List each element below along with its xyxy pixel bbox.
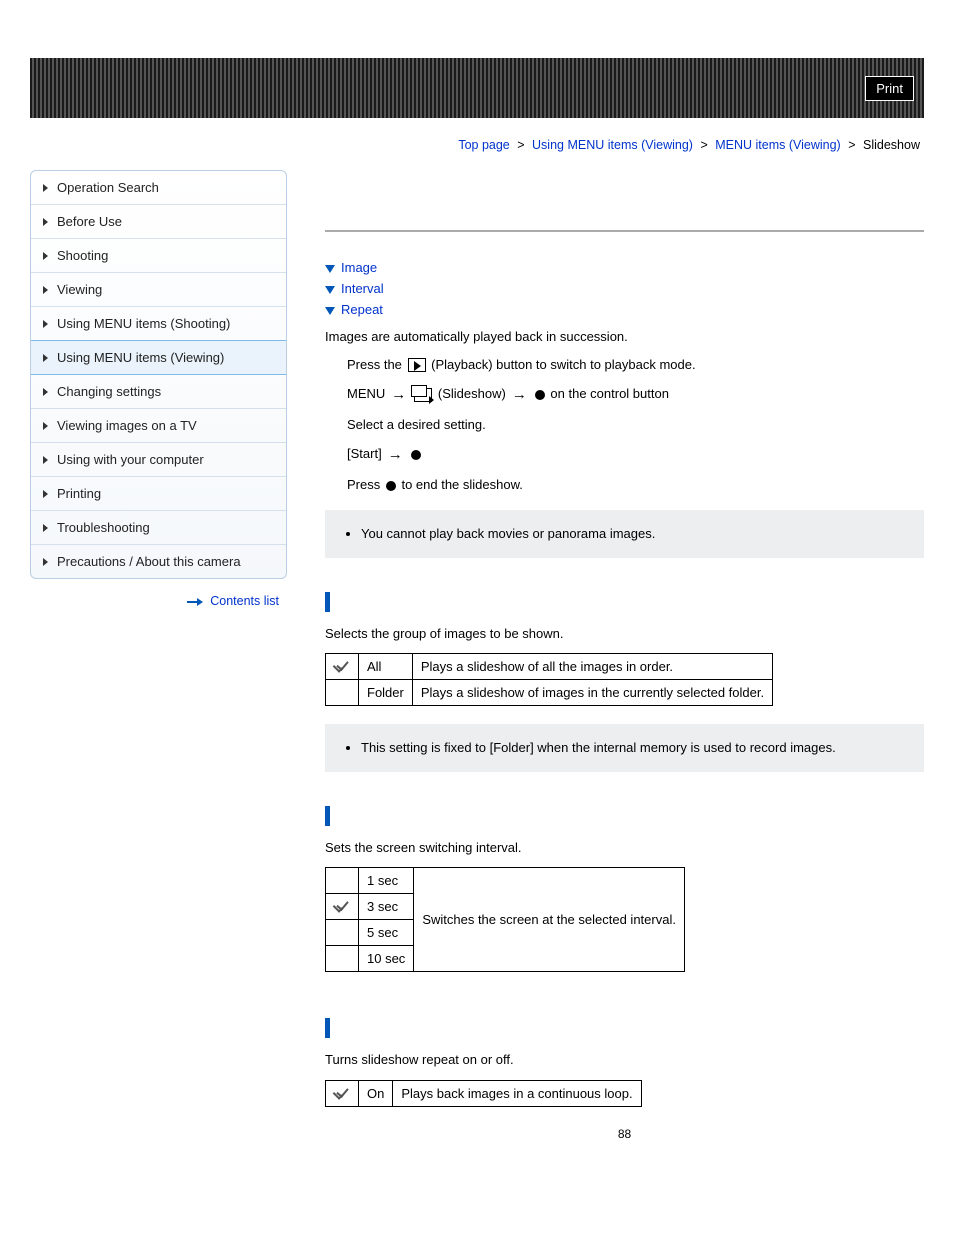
note-text: This setting is fixed to [Folder] when t… xyxy=(361,738,906,758)
option-name: 1 sec xyxy=(359,868,414,894)
intro-text: Images are automatically played back in … xyxy=(325,327,924,347)
section-bar-icon xyxy=(325,806,330,826)
breadcrumb-sep: > xyxy=(517,138,524,152)
breadcrumb-link[interactable]: Using MENU items (Viewing) xyxy=(532,138,693,152)
check-icon xyxy=(334,1086,350,1098)
repeat-options-table: On Plays back images in a continuous loo… xyxy=(325,1080,642,1107)
sidebar-item[interactable]: Shooting xyxy=(31,239,286,273)
sidebar-item[interactable]: Troubleshooting xyxy=(31,511,286,545)
check-cell xyxy=(326,1080,359,1106)
anchor-repeat[interactable]: Repeat xyxy=(341,302,383,317)
check-cell xyxy=(326,946,359,972)
chevron-down-icon xyxy=(325,286,335,294)
sidebar: Operation Search Before Use Shooting Vie… xyxy=(30,170,287,579)
table-row: 1 sec Switches the screen at the selecte… xyxy=(326,868,685,894)
anchor-list: Image Interval Repeat xyxy=(325,260,924,317)
note-box: This setting is fixed to [Folder] when t… xyxy=(325,724,924,772)
print-button[interactable]: Print xyxy=(865,76,914,101)
section-desc: Selects the group of images to be shown. xyxy=(325,624,924,644)
sidebar-item[interactable]: Operation Search xyxy=(31,171,286,205)
breadcrumb-link[interactable]: Top page xyxy=(458,138,509,152)
sidebar-item[interactable]: Precautions / About this camera xyxy=(31,545,286,578)
center-button-icon xyxy=(386,481,396,491)
section-bar-icon xyxy=(325,592,330,612)
option-desc: Plays back images in a continuous loop. xyxy=(393,1080,641,1106)
arrow-then-icon: → xyxy=(388,446,403,463)
header-bar: Print xyxy=(30,58,924,118)
step-row: [Start] → xyxy=(347,446,924,463)
step-text: to end the slideshow. xyxy=(398,477,523,492)
arrow-then-icon: → xyxy=(512,386,527,403)
page-number: 88 xyxy=(325,1127,924,1141)
check-cell xyxy=(326,680,359,706)
slideshow-icon xyxy=(414,388,432,402)
step-text: Press the xyxy=(347,357,406,372)
center-button-icon xyxy=(411,450,421,460)
playback-icon xyxy=(408,358,426,372)
breadcrumb: Top page > Using MENU items (Viewing) > … xyxy=(30,138,924,152)
sidebar-item[interactable]: Using MENU items (Shooting) xyxy=(31,307,286,341)
breadcrumb-sep: > xyxy=(700,138,707,152)
note-box: You cannot play back movies or panorama … xyxy=(325,510,924,558)
step-text: [Start] xyxy=(347,446,382,461)
arrow-then-icon: → xyxy=(391,386,406,403)
check-cell xyxy=(326,654,359,680)
step-text: on the control button xyxy=(547,386,669,401)
steps-list: Press the (Playback) button to switch to… xyxy=(347,357,924,493)
main-content: Image Interval Repeat Images are automat… xyxy=(287,170,924,1141)
chevron-down-icon xyxy=(325,307,335,315)
step-row: Select a desired setting. xyxy=(347,417,924,432)
table-row: On Plays back images in a continuous loo… xyxy=(326,1080,642,1106)
sidebar-item[interactable]: Viewing images on a TV xyxy=(31,409,286,443)
step-row: MENU → (Slideshow) → on the control button xyxy=(347,386,924,403)
sidebar-item[interactable]: Changing settings xyxy=(31,375,286,409)
check-cell xyxy=(326,894,359,920)
sidebar-item[interactable]: Viewing xyxy=(31,273,286,307)
contents-list-link[interactable]: Contents list xyxy=(210,594,279,608)
sidebar-item[interactable]: Printing xyxy=(31,477,286,511)
check-icon xyxy=(334,659,350,671)
interval-options-table: 1 sec Switches the screen at the selecte… xyxy=(325,867,685,972)
table-row: All Plays a slideshow of all the images … xyxy=(326,654,773,680)
option-name: 10 sec xyxy=(359,946,414,972)
sidebar-item[interactable]: Using with your computer xyxy=(31,443,286,477)
step-row: Press the (Playback) button to switch to… xyxy=(347,357,924,373)
step-row: Press to end the slideshow. xyxy=(347,477,924,492)
option-name: All xyxy=(359,654,413,680)
center-button-icon xyxy=(535,390,545,400)
table-row: Folder Plays a slideshow of images in th… xyxy=(326,680,773,706)
option-name: On xyxy=(359,1080,393,1106)
option-name: 5 sec xyxy=(359,920,414,946)
section-desc: Sets the screen switching interval. xyxy=(325,838,924,858)
check-cell xyxy=(326,920,359,946)
anchor-interval[interactable]: Interval xyxy=(341,281,384,296)
check-cell xyxy=(326,868,359,894)
anchor-image[interactable]: Image xyxy=(341,260,377,275)
sidebar-item-active[interactable]: Using MENU items (Viewing) xyxy=(31,340,286,375)
breadcrumb-sep: > xyxy=(848,138,855,152)
breadcrumb-current: Slideshow xyxy=(863,138,920,152)
step-text: Press xyxy=(347,477,384,492)
image-options-table: All Plays a slideshow of all the images … xyxy=(325,653,773,706)
step-text: (Slideshow) xyxy=(434,386,506,401)
step-text: (Playback) button to switch to playback … xyxy=(428,357,696,372)
option-desc: Plays a slideshow of images in the curre… xyxy=(412,680,772,706)
option-desc: Plays a slideshow of all the images in o… xyxy=(412,654,772,680)
contents-list: Contents list xyxy=(30,593,287,608)
arrow-right-icon xyxy=(187,598,203,606)
chevron-down-icon xyxy=(325,265,335,273)
sidebar-item[interactable]: Before Use xyxy=(31,205,286,239)
step-text: MENU xyxy=(347,386,385,401)
check-icon xyxy=(334,899,350,911)
breadcrumb-link[interactable]: MENU items (Viewing) xyxy=(715,138,841,152)
option-desc: Switches the screen at the selected inte… xyxy=(414,868,685,972)
section-desc: Turns slideshow repeat on or off. xyxy=(325,1050,924,1070)
divider xyxy=(325,230,924,232)
section-bar-icon xyxy=(325,1018,330,1038)
note-text: You cannot play back movies or panorama … xyxy=(361,524,906,544)
option-name: Folder xyxy=(359,680,413,706)
option-name: 3 sec xyxy=(359,894,414,920)
